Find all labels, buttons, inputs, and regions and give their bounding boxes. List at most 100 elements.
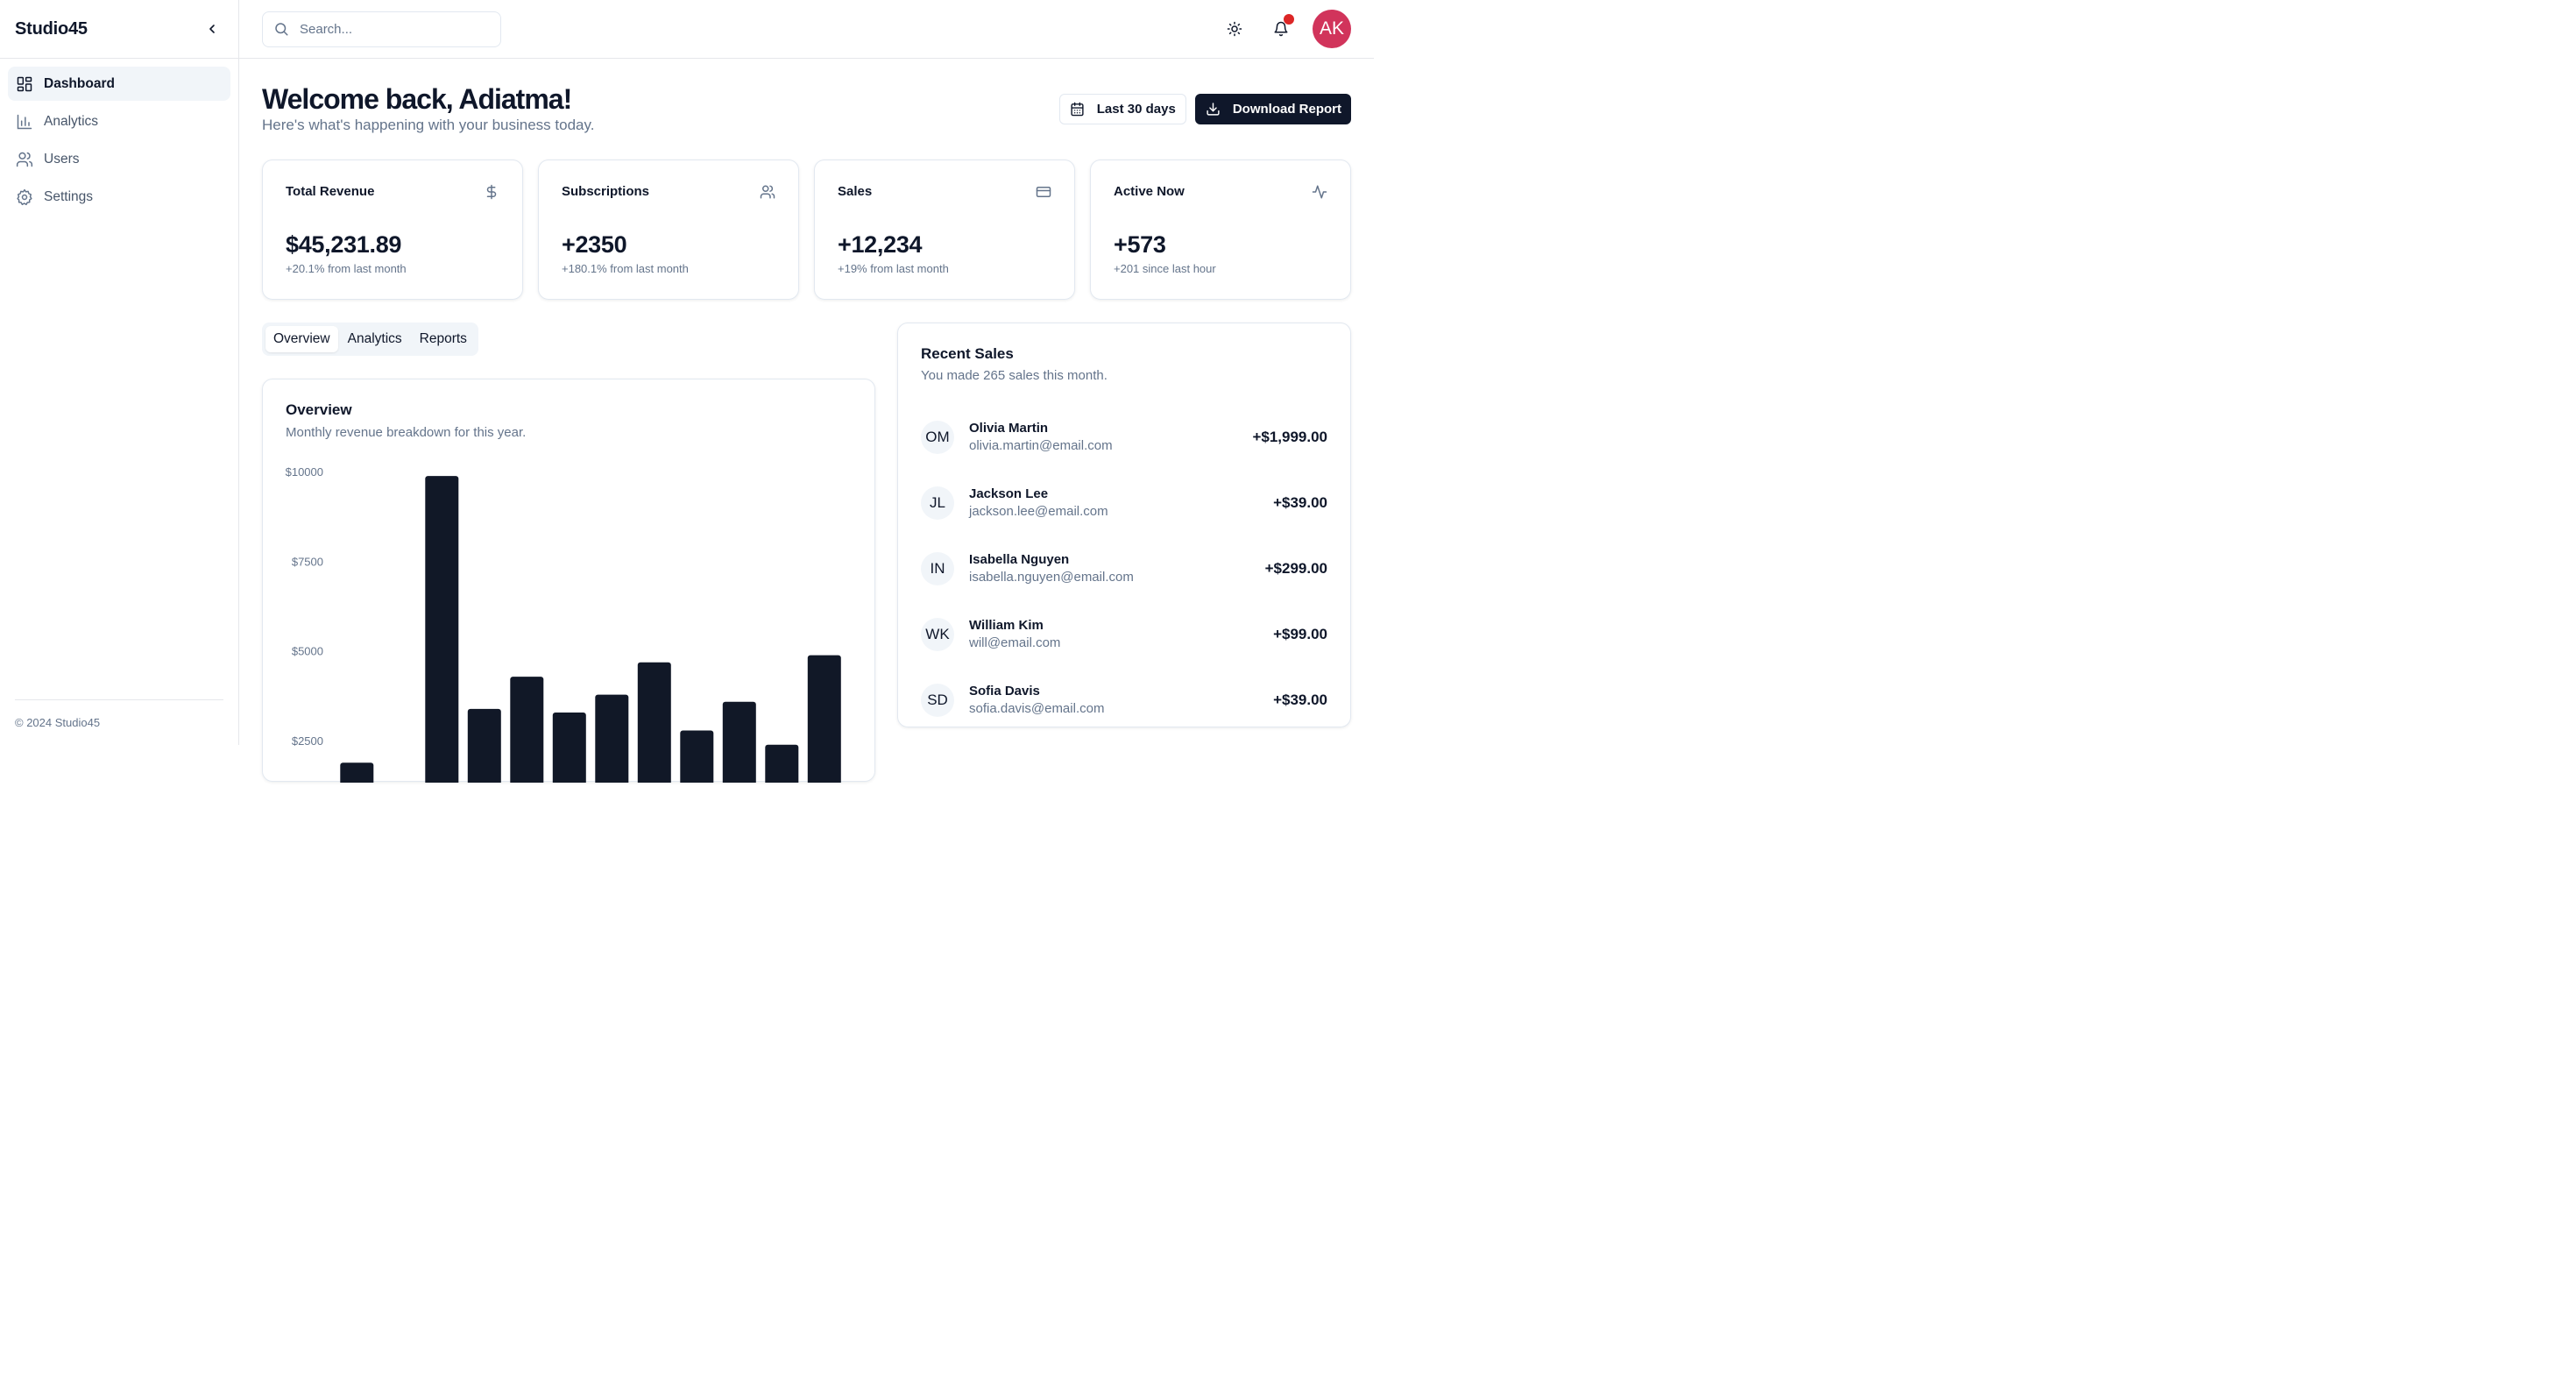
- stat-card-total-revenue: Total Revenue $45,231.89 +20.1% from las…: [262, 160, 523, 300]
- stat-title: Active Now: [1114, 184, 1185, 199]
- sale-info: Isabella Nguyen isabella.nguyen@email.co…: [969, 552, 1134, 585]
- list-item[interactable]: WK William Kim will@email.com +$99.00: [921, 601, 1327, 667]
- date-range-button[interactable]: Last 30 days: [1058, 94, 1186, 124]
- sidebar-item-label: Users: [44, 151, 80, 167]
- sidebar: Studio45 Dashboard Analytics Users Setti…: [0, 0, 239, 745]
- recent-sales-list: OM Olivia Martin olivia.martin@email.com…: [921, 404, 1327, 733]
- date-range-label: Last 30 days: [1096, 102, 1176, 117]
- customer-name: Jackson Lee: [969, 486, 1049, 501]
- sale-amount: +$39.00: [1273, 493, 1327, 511]
- gear-icon: [17, 188, 32, 205]
- stat-value: $45,231.89: [286, 231, 402, 258]
- stat-title: Subscriptions: [562, 184, 650, 199]
- page-subtitle: Here's what's happening with your busine…: [262, 117, 595, 133]
- download-report-button[interactable]: Download Report: [1194, 94, 1351, 124]
- sidebar-item-settings[interactable]: Settings: [8, 180, 230, 214]
- search-icon: [275, 23, 288, 36]
- stat-change: +19% from last month: [838, 262, 949, 275]
- list-item[interactable]: OM Olivia Martin olivia.martin@email.com…: [921, 404, 1327, 470]
- tab-overview[interactable]: Overview: [265, 326, 338, 352]
- chart-bar[interactable]: [467, 708, 501, 783]
- download-report-label: Download Report: [1232, 102, 1341, 117]
- list-item[interactable]: IN Isabella Nguyen isabella.nguyen@email…: [921, 535, 1327, 601]
- search-box[interactable]: [262, 11, 501, 47]
- sidebar-item-label: Settings: [44, 188, 94, 204]
- sidebar-item-users[interactable]: Users: [8, 142, 230, 176]
- stat-title: Total Revenue: [286, 184, 375, 199]
- credit-card-icon: [1036, 187, 1051, 197]
- chart-bar[interactable]: [595, 694, 629, 783]
- sidebar-item-label: Analytics: [44, 113, 99, 129]
- notifications-button[interactable]: [1257, 10, 1304, 48]
- sale-amount: +$299.00: [1264, 559, 1327, 577]
- sale-amount: +$1,999.00: [1252, 428, 1327, 445]
- sidebar-item-analytics[interactable]: Analytics: [8, 104, 230, 138]
- avatar: WK: [921, 617, 954, 651]
- topbar: AK: [239, 0, 1374, 59]
- chart-bar[interactable]: [765, 744, 799, 783]
- y-tick-label: $5000: [292, 645, 323, 658]
- topbar-actions: AK: [1211, 10, 1351, 48]
- list-item[interactable]: JL Jackson Lee jackson.lee@email.com +$3…: [921, 470, 1327, 535]
- chart-bar[interactable]: [637, 662, 671, 783]
- sidebar-footer: © 2024 Studio45: [15, 699, 223, 745]
- activity-icon: [1312, 185, 1327, 199]
- recent-sales-card: Recent Sales You made 265 sales this mon…: [897, 323, 1351, 727]
- customer-email: will@email.com: [969, 635, 1061, 650]
- sidebar-nav: Dashboard Analytics Users Settings: [0, 59, 238, 225]
- copyright-text: © 2024 Studio45: [15, 716, 101, 729]
- tab-analytics[interactable]: Analytics: [340, 326, 410, 352]
- customer-name: William Kim: [969, 618, 1044, 633]
- download-icon: [1207, 103, 1220, 116]
- avatar: SD: [921, 683, 954, 717]
- avatar: IN: [921, 551, 954, 585]
- chart-bar[interactable]: [552, 713, 586, 783]
- chart-bar[interactable]: [722, 701, 756, 783]
- user-avatar[interactable]: AK: [1313, 10, 1351, 48]
- stat-value: +2350: [562, 231, 627, 258]
- sale-info: Olivia Martin olivia.martin@email.com: [969, 421, 1113, 453]
- chart-bar[interactable]: [340, 762, 374, 783]
- chart-bar[interactable]: [425, 476, 459, 783]
- sidebar-header: Studio45: [0, 0, 238, 59]
- sidebar-item-label: Dashboard: [44, 75, 115, 91]
- customer-email: jackson.lee@email.com: [969, 504, 1108, 519]
- sidebar-item-dashboard[interactable]: Dashboard: [8, 67, 230, 101]
- chart-bar[interactable]: [680, 730, 714, 784]
- tab-list: Overview Analytics Reports: [262, 323, 478, 356]
- tab-reports[interactable]: Reports: [412, 326, 475, 352]
- theme-toggle-button[interactable]: [1211, 10, 1257, 48]
- stat-card-active-now: Active Now +573 +201 since last hour: [1090, 160, 1351, 300]
- search-input[interactable]: [300, 21, 475, 37]
- stat-card-subscriptions: Subscriptions +2350 +180.1% from last mo…: [538, 160, 799, 300]
- sale-info: Sofia Davis sofia.davis@email.com: [969, 684, 1104, 716]
- stat-change: +180.1% from last month: [562, 262, 689, 275]
- sale-info: William Kim will@email.com: [969, 618, 1060, 650]
- customer-email: olivia.martin@email.com: [969, 438, 1113, 453]
- sale-amount: +$99.00: [1273, 625, 1327, 642]
- stat-change: +20.1% from last month: [286, 262, 407, 275]
- customer-name: Sofia Davis: [969, 684, 1040, 698]
- y-tick-label: $2500: [292, 734, 323, 748]
- avatar: OM: [921, 420, 954, 454]
- sale-info: Jackson Lee jackson.lee@email.com: [969, 486, 1108, 519]
- collapse-sidebar-button[interactable]: [202, 18, 223, 39]
- customer-name: Olivia Martin: [969, 421, 1049, 436]
- customer-name: Isabella Nguyen: [969, 552, 1070, 567]
- avatar: JL: [921, 486, 954, 520]
- brand-logo-text: Studio45: [15, 18, 88, 39]
- overview-card: Overview Monthly revenue breakdown for t…: [262, 379, 875, 784]
- users-icon: [760, 185, 775, 199]
- chart-bar[interactable]: [510, 677, 544, 783]
- list-item[interactable]: SD Sofia Davis sofia.davis@email.com +$3…: [921, 667, 1327, 733]
- stat-cards: Total Revenue $45,231.89 +20.1% from las…: [262, 160, 1351, 300]
- chevron-left-icon: [209, 25, 215, 33]
- stat-value: +573: [1114, 231, 1166, 258]
- chart-bar[interactable]: [807, 655, 841, 783]
- recent-sales-title: Recent Sales: [921, 345, 1014, 362]
- users-icon: [16, 152, 33, 167]
- sun-icon: [1227, 21, 1242, 37]
- recent-sales-description: You made 265 sales this month.: [921, 368, 1108, 383]
- stat-card-sales: Sales +12,234 +19% from last month: [814, 160, 1075, 300]
- dollar-icon: [486, 184, 497, 200]
